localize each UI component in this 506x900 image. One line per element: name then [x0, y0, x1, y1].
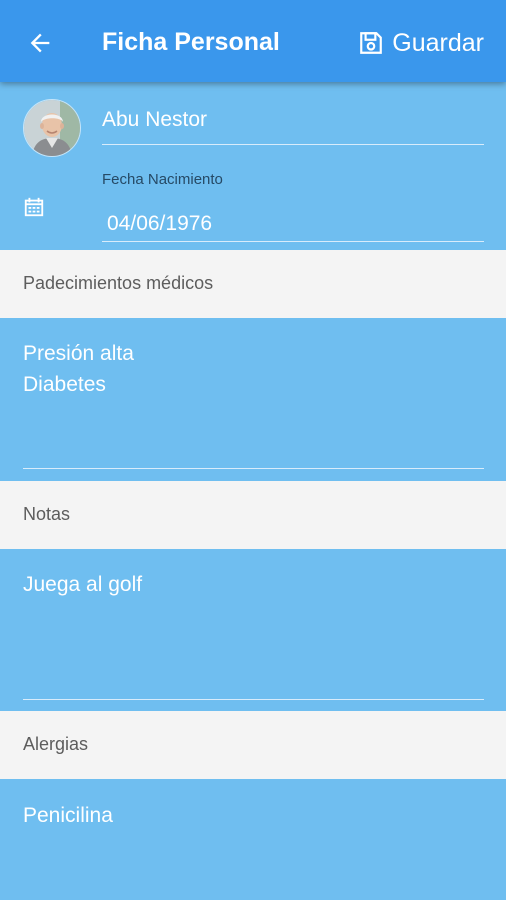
section-label: Notas: [23, 504, 71, 524]
notes-field[interactable]: Juega al golf: [23, 569, 484, 700]
section-label: Alergias: [23, 734, 89, 754]
birth-date-field[interactable]: 04/06/1976: [102, 209, 484, 242]
text-line: Presión alta: [23, 342, 134, 365]
arrow-left-icon: [30, 33, 50, 53]
save-label: Guardar: [392, 29, 484, 57]
allergies-field[interactable]: Penicilina: [23, 800, 484, 900]
section-header-allergies: Alergias: [0, 711, 506, 779]
avatar-photo: [24, 100, 80, 156]
page-title: Ficha Personal: [102, 28, 280, 56]
save-button[interactable]: Guardar: [358, 24, 484, 62]
birth-date-label: Fecha Nacimiento: [102, 171, 223, 188]
back-button[interactable]: [20, 23, 60, 63]
section-header-notes: Notas: [0, 481, 506, 549]
avatar[interactable]: [23, 99, 81, 157]
app-bar: Ficha Personal Guardar: [0, 0, 506, 82]
text-line: Diabetes: [23, 373, 106, 396]
section-label: Padecimientos médicos: [23, 273, 214, 293]
medical-conditions-field[interactable]: Presión alta Diabetes: [23, 338, 484, 469]
text-line: Penicilina: [23, 804, 113, 827]
calendar-icon[interactable]: [23, 196, 45, 223]
text-line: Juega al golf: [23, 573, 143, 596]
name-field[interactable]: Abu Nestor: [102, 104, 484, 145]
section-header-medical: Padecimientos médicos: [0, 250, 506, 318]
floppy-disk-icon: [360, 32, 383, 54]
